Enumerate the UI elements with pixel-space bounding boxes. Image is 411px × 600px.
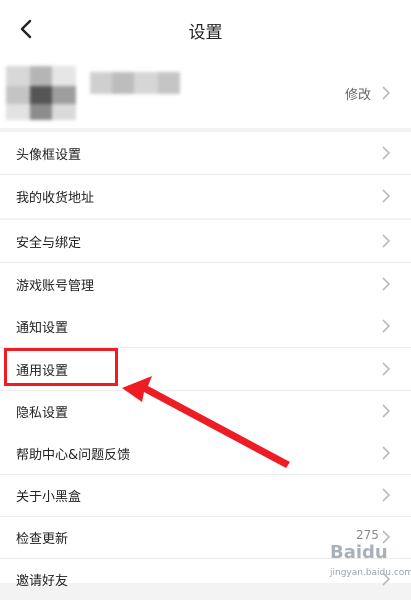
watermark-logo: Baidu (330, 542, 388, 563)
watermark-number: 275 (356, 528, 379, 542)
baidu-watermark: 275 Baidu jingyan.baidu.com (326, 528, 411, 583)
watermark-url: jingyan.baidu.com (330, 568, 411, 578)
red-arrow-annotation (122, 376, 290, 468)
